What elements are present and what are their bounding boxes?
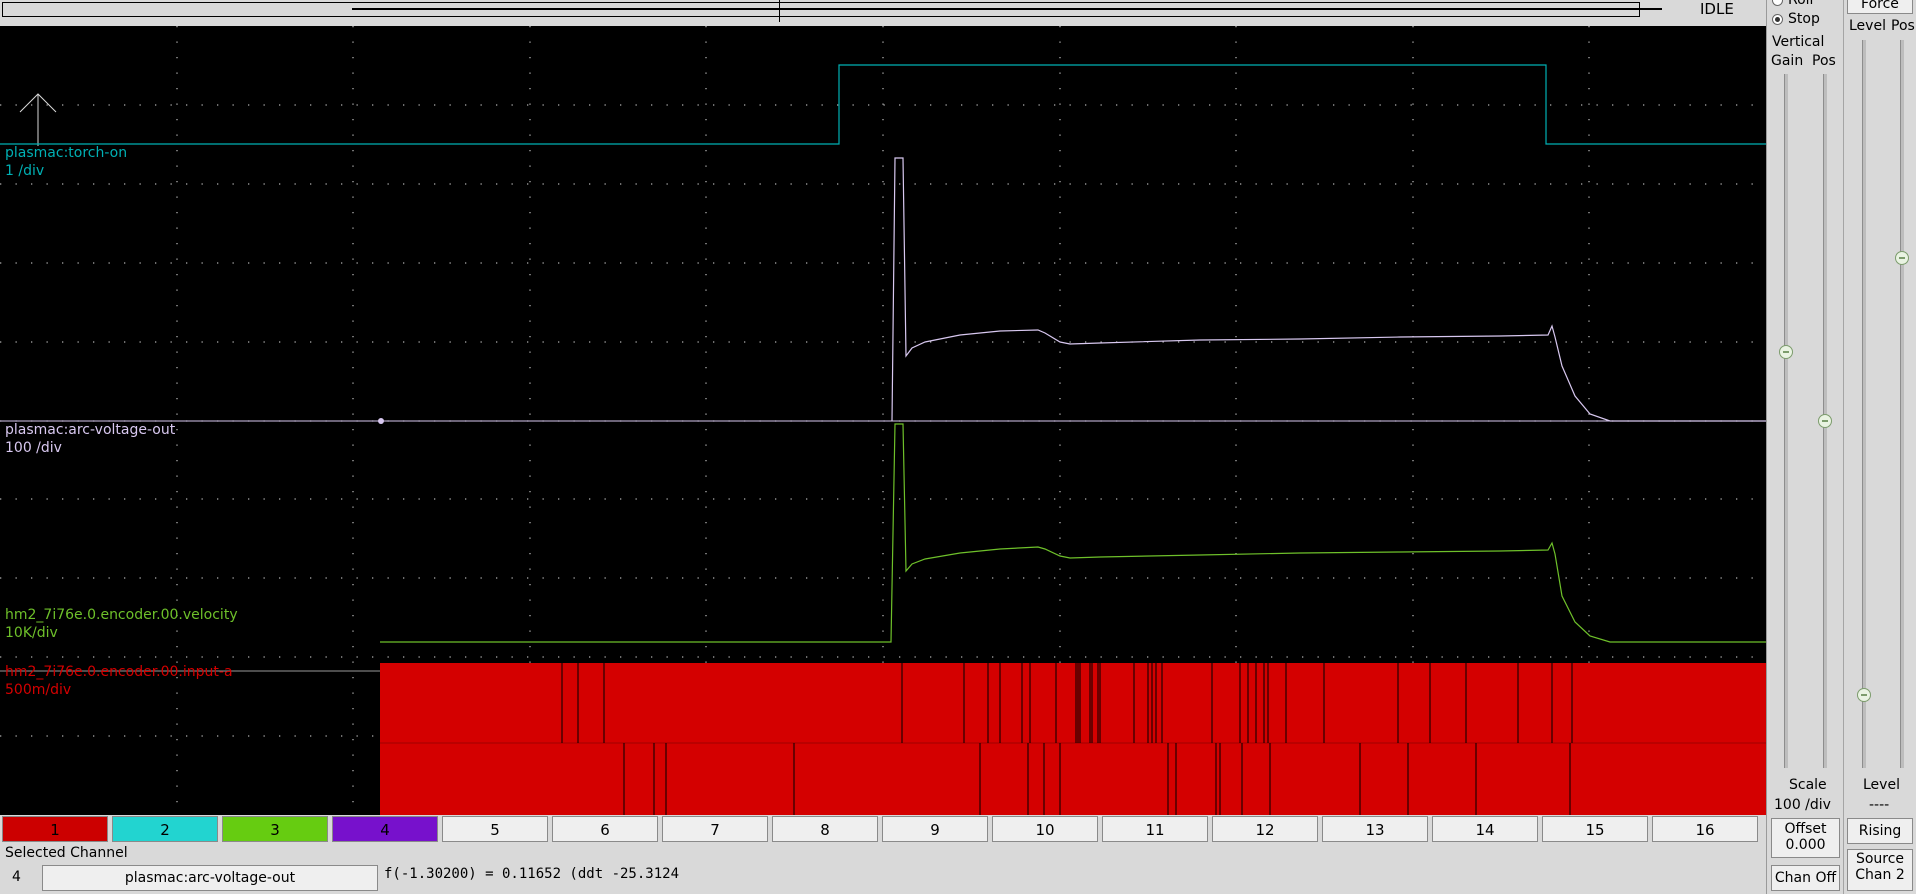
trigger-level-title: Level [1863, 777, 1900, 793]
input-a-high-region [380, 663, 1766, 815]
trigger-level-value: ---- [1869, 797, 1890, 813]
offset-value: 0.000 [1785, 837, 1826, 853]
selected-channel-number: 4 [12, 869, 21, 885]
channel-button-5[interactable]: 5 [442, 816, 548, 842]
trigger-level-label: Level [1849, 18, 1886, 34]
scale-value: 100 /div [1774, 797, 1831, 813]
trigger-source-button[interactable]: Source Chan 2 [1847, 849, 1913, 891]
vertical-position-knob[interactable] [1818, 414, 1832, 428]
trigger-level-knob[interactable] [1857, 688, 1871, 703]
channel-button-14[interactable]: 14 [1432, 816, 1538, 842]
channel-button-1[interactable]: 1 [2, 816, 108, 842]
arc-voltage-start-dot [378, 418, 384, 424]
roll-label: Roll [1788, 0, 1814, 8]
gain-label: Gain [1771, 53, 1804, 69]
trace-label-arc-voltage: plasmac:arc-voltage-out 100 /div [5, 421, 175, 457]
cursor-readout: f(-1.30200) = 0.11652 (ddt -25.3124 [384, 866, 680, 882]
trigger-position-slider[interactable] [1900, 40, 1904, 768]
selected-channel-label: Selected Channel [5, 845, 128, 861]
trace-name: hm2_7i76e.0.encoder.00.input-a [5, 664, 233, 680]
trace-scale: 10K/div [5, 625, 58, 641]
selected-channel-name-button[interactable]: plasmac:arc-voltage-out [42, 865, 378, 891]
waveform-canvas [0, 26, 1766, 815]
trace-label-input-a: hm2_7i76e.0.encoder.00.input-a 500m/div [5, 663, 233, 699]
trigger-edge-button[interactable]: Rising [1847, 818, 1913, 844]
trace-name: plasmac:arc-voltage-out [5, 422, 176, 438]
source-label: Source [1855, 851, 1905, 867]
channel-button-9[interactable]: 9 [882, 816, 988, 842]
panel-divider [1843, 0, 1844, 894]
scale-label: Scale [1789, 777, 1827, 793]
trace-scale: 100 /div [5, 440, 62, 456]
velocity-trace [380, 423, 1766, 643]
control-panel: Roll Stop Vertical Gain Pos Scale 100 /d… [1766, 0, 1916, 894]
offset-label: Offset [1784, 821, 1827, 837]
trace-label-torch-on: plasmac:torch-on 1 /div [5, 144, 127, 180]
source-value: Chan 2 [1855, 867, 1905, 883]
channel-button-15[interactable]: 15 [1542, 816, 1648, 842]
offset-button[interactable]: Offset 0.000 [1771, 818, 1840, 858]
vertical-pos-label: Pos [1812, 53, 1836, 69]
record-window-indicator [352, 8, 1662, 10]
channel-button-12[interactable]: 12 [1212, 816, 1318, 842]
channel-button-4[interactable]: 4 [332, 816, 438, 842]
channel-button-16[interactable]: 16 [1652, 816, 1758, 842]
scope-display[interactable]: plasmac:torch-on 1 /div plasmac:arc-volt… [0, 26, 1766, 815]
record-overview-bar[interactable]: IDLE [0, 0, 1766, 26]
trace-name: hm2_7i76e.0.encoder.00.velocity [5, 607, 238, 623]
channel-button-3[interactable]: 3 [222, 816, 328, 842]
trigger-pos-label: Pos [1891, 18, 1915, 34]
channel-button-8[interactable]: 8 [772, 816, 878, 842]
roll-radio[interactable] [1772, 0, 1783, 6]
channel-button-10[interactable]: 10 [992, 816, 1098, 842]
channel-button-11[interactable]: 11 [1102, 816, 1208, 842]
stop-radio[interactable] [1772, 14, 1783, 25]
arc-voltage-trace [891, 157, 1766, 422]
channel-button-2[interactable]: 2 [112, 816, 218, 842]
channel-button-7[interactable]: 7 [662, 816, 768, 842]
gain-slider-knob[interactable] [1779, 344, 1793, 359]
channel-button-13[interactable]: 13 [1322, 816, 1428, 842]
trace-label-velocity: hm2_7i76e.0.encoder.00.velocity 10K/div [5, 606, 238, 642]
gain-slider[interactable] [1784, 74, 1788, 768]
trace-scale: 500m/div [5, 682, 72, 698]
trace-scale: 1 /div [5, 163, 45, 179]
force-trigger-button[interactable]: Force [1847, 0, 1913, 14]
trigger-position-knob[interactable] [1895, 251, 1909, 266]
trace-name: plasmac:torch-on [5, 145, 128, 161]
record-position-cursor [779, 0, 780, 22]
scope-state: IDLE [1700, 0, 1734, 18]
chan-off-button[interactable]: Chan Off [1771, 865, 1840, 891]
stop-label: Stop [1788, 11, 1820, 27]
channel-selector-row: 1 2 3 4 5 6 7 8 9 10 11 12 13 14 15 16 [0, 816, 1766, 844]
vertical-title: Vertical [1772, 34, 1825, 50]
channel-button-6[interactable]: 6 [552, 816, 658, 842]
trigger-level-slider[interactable] [1862, 40, 1866, 768]
